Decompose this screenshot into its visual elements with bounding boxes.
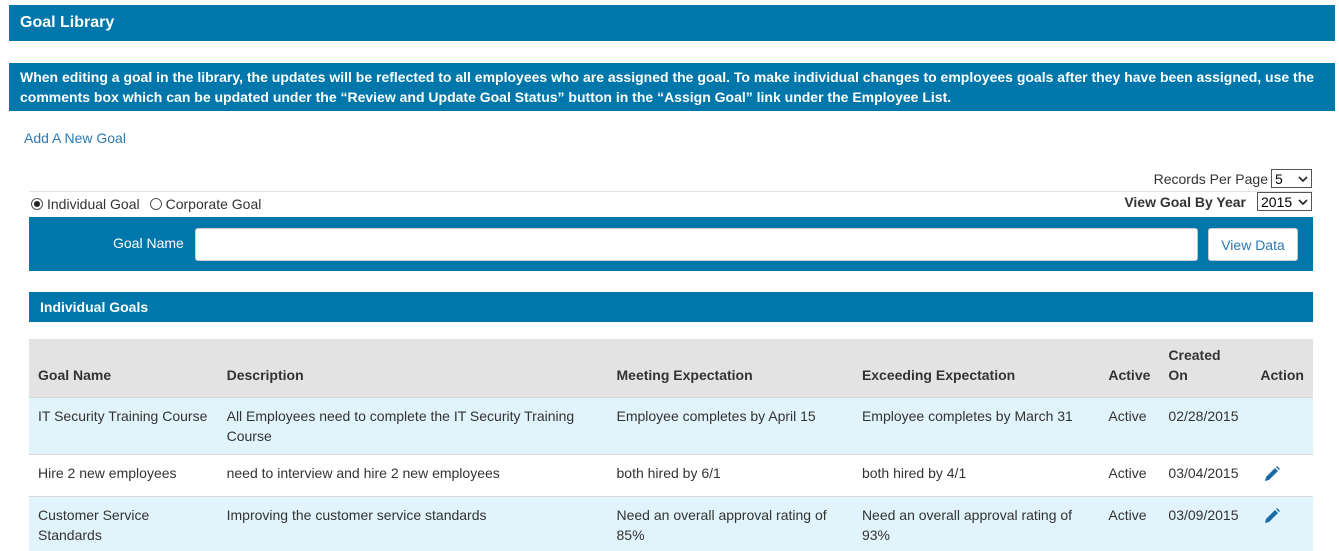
goal-name-label: Goal Name (113, 235, 184, 251)
chevron-down-icon (1298, 175, 1308, 182)
cell-action (1251, 453, 1313, 496)
table-row: Hire 2 new employees need to interview a… (29, 453, 1313, 496)
cell-created-on: 03/04/2015 (1159, 453, 1252, 496)
cell-exceeding-expectation: Employee completes by March 31 (852, 396, 1100, 454)
records-per-page: Records Per Page 5 (1154, 169, 1312, 188)
cell-action (1251, 396, 1313, 454)
table-row: Customer Service Standards Improving the… (29, 495, 1313, 551)
cell-description: All Employees need to complete the IT Se… (217, 396, 608, 454)
col-description: Description (217, 339, 608, 397)
year-select-value: 2015 (1261, 193, 1293, 210)
table-header-row: Goal Name Description Meeting Expectatio… (29, 339, 1313, 397)
add-new-goal-link[interactable]: Add A New Goal (24, 130, 126, 146)
records-per-page-select[interactable]: 5 (1271, 169, 1312, 188)
view-goal-by-year: View Goal By Year 2015 (1124, 192, 1312, 211)
cell-description: need to interview and hire 2 new employe… (217, 453, 608, 496)
cell-goal-name: Customer Service Standards (29, 495, 218, 551)
goals-table: Goal Name Description Meeting Expectatio… (29, 339, 1313, 551)
radio-selected-dot (34, 201, 40, 207)
col-goal-name: Goal Name (29, 339, 218, 397)
cell-description: Improving the customer service standards (217, 495, 608, 551)
table-row: IT Security Training Course All Employee… (29, 396, 1313, 454)
divider (29, 191, 1313, 192)
pencil-icon[interactable] (1263, 465, 1281, 483)
radio-corporate-goal[interactable] (149, 198, 162, 210)
cell-active: Active (1099, 453, 1160, 496)
year-select[interactable]: 2015 (1257, 192, 1312, 211)
cell-active: Active (1099, 396, 1160, 454)
cell-exceeding-expectation: both hired by 4/1 (852, 453, 1100, 496)
goal-type-radio-group: Individual Goal Corporate Goal (31, 196, 271, 212)
cell-exceeding-expectation: Need an overall approval rating of 93% (852, 495, 1100, 551)
col-meeting-expectation: Meeting Expectation (607, 339, 853, 397)
cell-meeting-expectation: Need an overall approval rating of 85% (607, 495, 853, 551)
cell-action (1251, 495, 1313, 551)
cell-created-on: 02/28/2015 (1159, 396, 1252, 454)
view-data-button[interactable]: View Data (1208, 228, 1298, 261)
radio-individual-goal[interactable] (31, 198, 43, 210)
goal-name-input[interactable] (195, 228, 1198, 261)
page-title: Goal Library (9, 5, 1335, 41)
col-created-on-line2: On (1168, 366, 1188, 383)
info-banner: When editing a goal in the library, the … (9, 63, 1335, 111)
col-active: Active (1099, 339, 1160, 397)
cell-goal-name: Hire 2 new employees (29, 453, 218, 496)
cell-meeting-expectation: Employee completes by April 15 (607, 396, 853, 454)
pencil-icon[interactable] (1263, 507, 1281, 525)
view-goal-by-year-label: View Goal By Year (1124, 193, 1246, 210)
col-exceeding-expectation: Exceeding Expectation (852, 339, 1100, 397)
col-created-on: Created On (1159, 339, 1252, 397)
section-title: Individual Goals (29, 292, 1313, 322)
col-created-on-line1: Created (1168, 346, 1221, 363)
cell-goal-name: IT Security Training Course (29, 396, 218, 454)
records-per-page-value: 5 (1275, 170, 1283, 187)
cell-meeting-expectation: both hired by 6/1 (607, 453, 853, 496)
records-per-page-label: Records Per Page (1153, 170, 1268, 187)
radio-corporate-goal-label[interactable]: Corporate Goal (166, 196, 262, 212)
radio-individual-goal-label[interactable]: Individual Goal (47, 196, 140, 212)
search-bar: Goal Name View Data (29, 217, 1313, 271)
cell-active: Active (1099, 495, 1160, 551)
chevron-down-icon (1298, 198, 1308, 205)
cell-created-on: 03/09/2015 (1159, 495, 1252, 551)
col-action: Action (1251, 339, 1313, 397)
